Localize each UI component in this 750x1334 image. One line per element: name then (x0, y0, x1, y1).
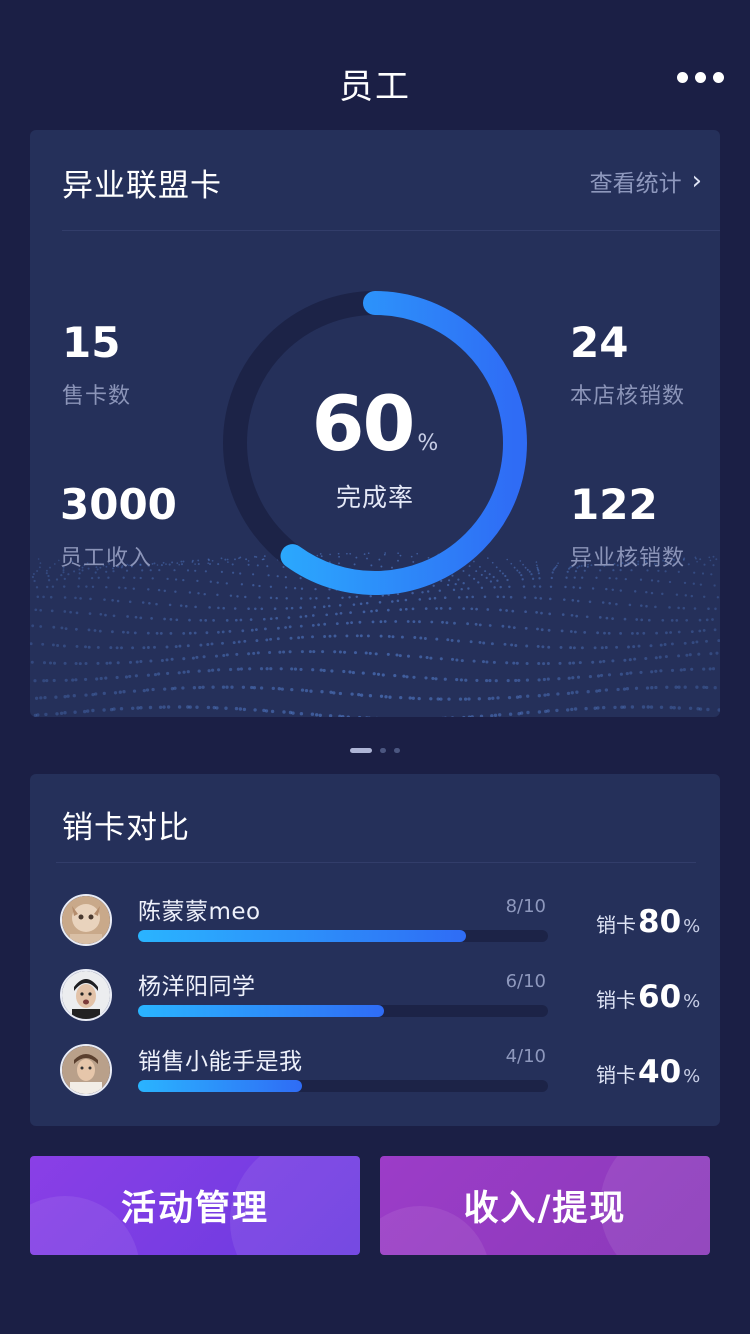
nav-header: 员工 (0, 48, 750, 118)
completion-percent: 60% (220, 386, 530, 462)
percent-value: 80 (638, 904, 682, 940)
income-withdraw-button[interactable]: 收入/提现 (380, 1156, 710, 1255)
stat-sold-cards: 15 售卡数 (62, 322, 131, 410)
completion-label: 完成率 (335, 483, 414, 512)
income-withdraw-label: 收入/提现 (463, 1189, 627, 1229)
card-compare: 销卡对比 陈蒙蒙meo 8/10 销卡 80 % 杨洋阳同学 6/10 销卡 6… (30, 774, 720, 1126)
activity-management-label: 活动管理 (120, 1189, 269, 1229)
compare-card-title: 销卡对比 (62, 810, 190, 846)
view-stats-label: 查看统计 (589, 171, 682, 197)
avatar (60, 969, 112, 1021)
pager-dot[interactable] (380, 747, 386, 753)
stat-alliance-redeemed: 122 异业核销数 (570, 484, 685, 572)
carousel-pager[interactable] (0, 746, 750, 754)
list-item-name: 陈蒙蒙meo (138, 899, 261, 925)
stat-alliance-redeemed-label: 异业核销数 (570, 546, 686, 571)
pager-dot[interactable] (394, 747, 400, 753)
chevron-right-icon: › (691, 166, 702, 196)
progress-bar (138, 1005, 548, 1017)
percent-value: 40 (638, 1054, 682, 1090)
progress-bar-fill (138, 930, 466, 942)
stats-card-title: 异业联盟卡 (62, 168, 222, 204)
list-item-fraction: 4/10 (505, 1046, 546, 1067)
view-stats-link[interactable]: 查看统计 › (590, 164, 702, 198)
stats-divider (62, 230, 720, 231)
progress-bar (138, 1080, 548, 1092)
percent-prefix: 销卡 (596, 913, 636, 937)
page-title: 员工 (339, 66, 411, 107)
ring-center: 60% 完成率 (220, 288, 530, 598)
employee-page: 员工 异业联盟卡 查看统计 › 15 售卡数 3000 员工收入 24 本店核销… (0, 0, 750, 1334)
stat-alliance-redeemed-value: 122 (570, 480, 658, 529)
percent-prefix: 销卡 (596, 1063, 636, 1087)
stat-employee-income-value: 3000 (60, 480, 177, 529)
compare-divider (56, 862, 696, 863)
pager-dot-active[interactable] (350, 747, 372, 753)
activity-management-button[interactable]: 活动管理 (30, 1156, 360, 1255)
list-item-name: 销售小能手是我 (138, 1049, 303, 1075)
alliance-card-stats: 异业联盟卡 查看统计 › 15 售卡数 3000 员工收入 24 本店核销数 1… (30, 130, 720, 717)
stat-sold-cards-label: 售卡数 (62, 384, 132, 409)
progress-bar-fill (138, 1005, 384, 1017)
stat-sold-cards-value: 15 (62, 318, 121, 367)
completion-ring: 60% 完成率 (220, 288, 530, 598)
avatar (60, 1044, 112, 1096)
list-item[interactable]: 陈蒙蒙meo 8/10 销卡 80 % (30, 892, 720, 964)
stat-employee-income: 3000 员工收入 (60, 484, 177, 572)
progress-bar-fill (138, 1080, 302, 1092)
progress-bar (138, 930, 548, 942)
list-item-fraction: 8/10 (505, 896, 546, 917)
completion-unit: % (417, 431, 439, 456)
list-item-name: 杨洋阳同学 (138, 974, 256, 1000)
list-item-fraction: 6/10 (505, 971, 546, 992)
stat-employee-income-label: 员工收入 (60, 546, 153, 571)
percent-unit: % (683, 916, 701, 937)
percent-prefix: 销卡 (596, 988, 636, 1012)
stat-store-redeemed-label: 本店核销数 (570, 384, 686, 409)
list-item-percent: 销卡 40 % (596, 1054, 700, 1090)
percent-value: 60 (638, 979, 682, 1015)
percent-unit: % (683, 991, 701, 1012)
list-item[interactable]: 杨洋阳同学 6/10 销卡 60 % (30, 967, 720, 1039)
list-item-percent: 销卡 80 % (596, 904, 700, 940)
completion-value: 60 (311, 379, 416, 468)
stat-store-redeemed: 24 本店核销数 (570, 322, 685, 410)
list-item[interactable]: 销售小能手是我 4/10 销卡 40 % (30, 1042, 720, 1114)
percent-unit: % (683, 1066, 701, 1087)
list-item-percent: 销卡 60 % (596, 979, 700, 1015)
stat-store-redeemed-value: 24 (570, 318, 629, 367)
more-options-icon[interactable] (677, 72, 724, 83)
avatar (60, 894, 112, 946)
